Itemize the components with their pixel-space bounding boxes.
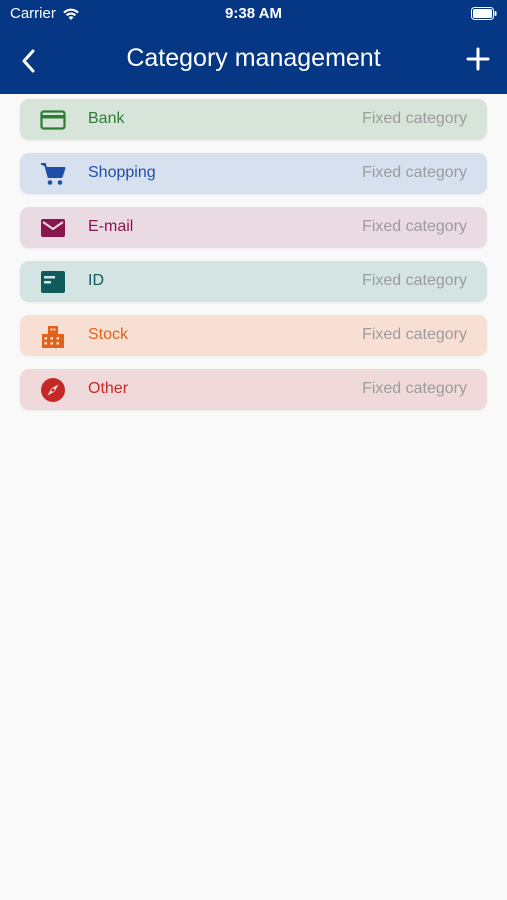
category-list: Bank Fixed category Shopping Fixed categ… <box>20 99 487 423</box>
status-time: 9:38 AM <box>225 5 282 22</box>
fixed-category-tag: Fixed category <box>362 380 467 397</box>
category-label: Bank <box>88 110 125 127</box>
fixed-category-tag: Fixed category <box>362 110 467 127</box>
building-icon <box>42 326 64 348</box>
id-card-icon <box>41 271 65 293</box>
mail-icon <box>41 219 65 237</box>
category-label: Stock <box>88 326 129 343</box>
add-category-button[interactable] <box>465 46 491 72</box>
battery-icon <box>471 7 497 20</box>
status-bar: Carrier 9:38 AM <box>0 0 507 28</box>
credit-card-icon <box>40 110 66 130</box>
category-row-stock[interactable]: Stock Fixed category <box>20 315 487 356</box>
category-row-id[interactable]: ID Fixed category <box>20 261 487 302</box>
fixed-category-tag: Fixed category <box>362 326 467 343</box>
compass-icon <box>41 378 65 402</box>
fixed-category-tag: Fixed category <box>362 164 467 181</box>
app-header: Carrier 9:38 AM Category management <box>0 0 507 94</box>
category-row-shopping[interactable]: Shopping Fixed category <box>20 153 487 194</box>
shopping-cart-icon <box>41 163 66 185</box>
page-title: Category management <box>126 44 381 72</box>
category-label: Other <box>88 380 129 397</box>
category-row-email[interactable]: E-mail Fixed category <box>20 207 487 248</box>
category-label: E-mail <box>88 218 134 235</box>
category-label: ID <box>88 272 104 289</box>
navigation-bar: Category management <box>0 38 507 82</box>
fixed-category-tag: Fixed category <box>362 218 467 235</box>
category-row-bank[interactable]: Bank Fixed category <box>20 99 487 140</box>
fixed-category-tag: Fixed category <box>362 272 467 289</box>
category-label: Shopping <box>88 164 156 181</box>
category-row-other[interactable]: Other Fixed category <box>20 369 487 410</box>
